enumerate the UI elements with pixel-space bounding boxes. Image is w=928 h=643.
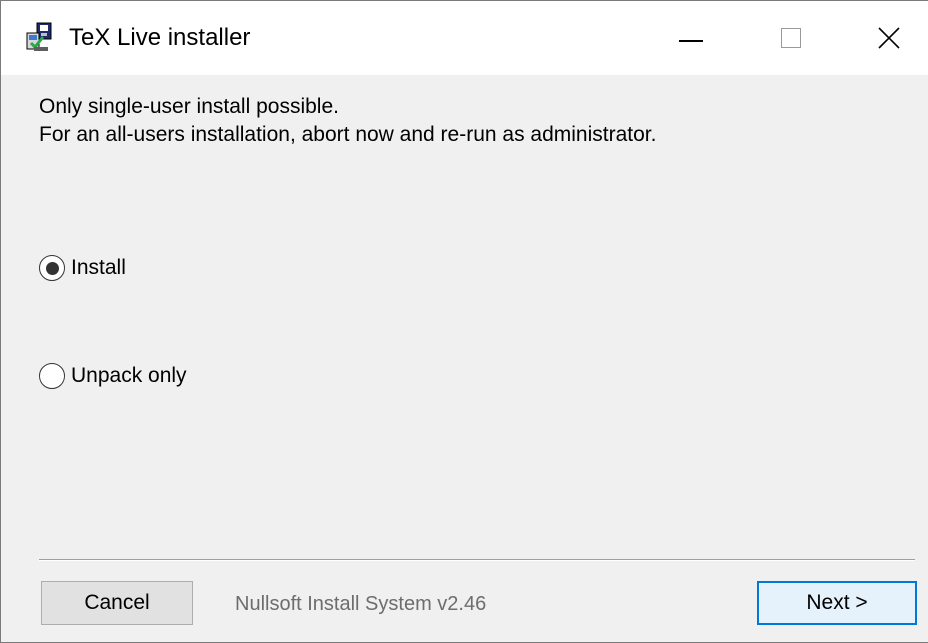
footer-separator: [39, 559, 915, 561]
message-line-2: For an all-users installation, abort now…: [39, 123, 657, 146]
radio-button-unpack-only[interactable]: [39, 363, 65, 389]
installer-window: TeX Live installer Only single-user inst…: [0, 0, 928, 643]
radio-install-label: Install: [71, 256, 126, 279]
installer-app-icon: [26, 22, 52, 51]
window-title: TeX Live installer: [69, 24, 251, 51]
title-bar[interactable]: TeX Live installer: [1, 1, 928, 75]
radio-selected-dot: [45, 261, 59, 275]
info-message: Only single-user install possible. For a…: [39, 93, 656, 149]
nsis-branding-text: Nullsoft Install System v2.46: [235, 593, 487, 615]
minimize-icon: [679, 40, 703, 42]
cancel-button[interactable]: Cancel: [41, 581, 193, 625]
close-button[interactable]: [859, 13, 919, 63]
radio-button-install[interactable]: [39, 255, 65, 281]
maximize-icon: [781, 28, 801, 48]
maximize-button[interactable]: [761, 13, 821, 63]
radio-install[interactable]: Install: [39, 255, 126, 281]
message-line-1: Only single-user install possible.: [39, 95, 339, 118]
minimize-button[interactable]: [661, 13, 721, 63]
radio-unpack-only-label: Unpack only: [71, 364, 187, 387]
radio-unpack-only[interactable]: Unpack only: [39, 363, 187, 389]
next-button[interactable]: Next >: [757, 581, 917, 625]
close-icon: [878, 27, 900, 49]
